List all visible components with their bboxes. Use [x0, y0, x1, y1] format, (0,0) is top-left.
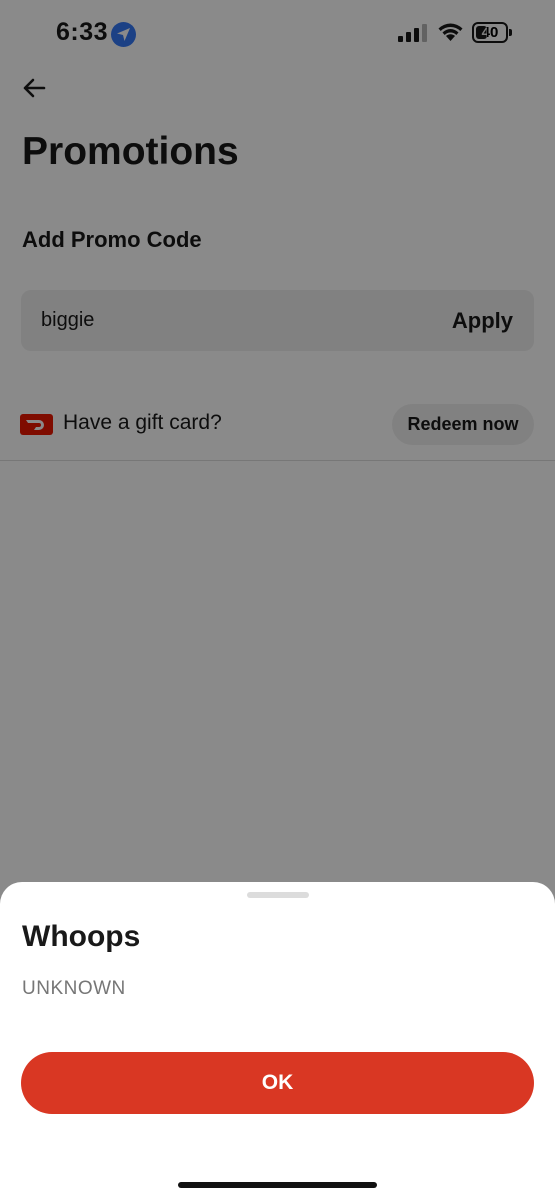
sheet-message: UNKNOWN — [22, 978, 126, 999]
sheet-title: Whoops — [22, 920, 141, 953]
home-indicator — [178, 1182, 377, 1188]
ok-button[interactable]: OK — [21, 1052, 534, 1114]
error-bottom-sheet: Whoops UNKNOWN OK — [0, 882, 555, 1200]
sheet-drag-handle[interactable] — [247, 892, 309, 898]
